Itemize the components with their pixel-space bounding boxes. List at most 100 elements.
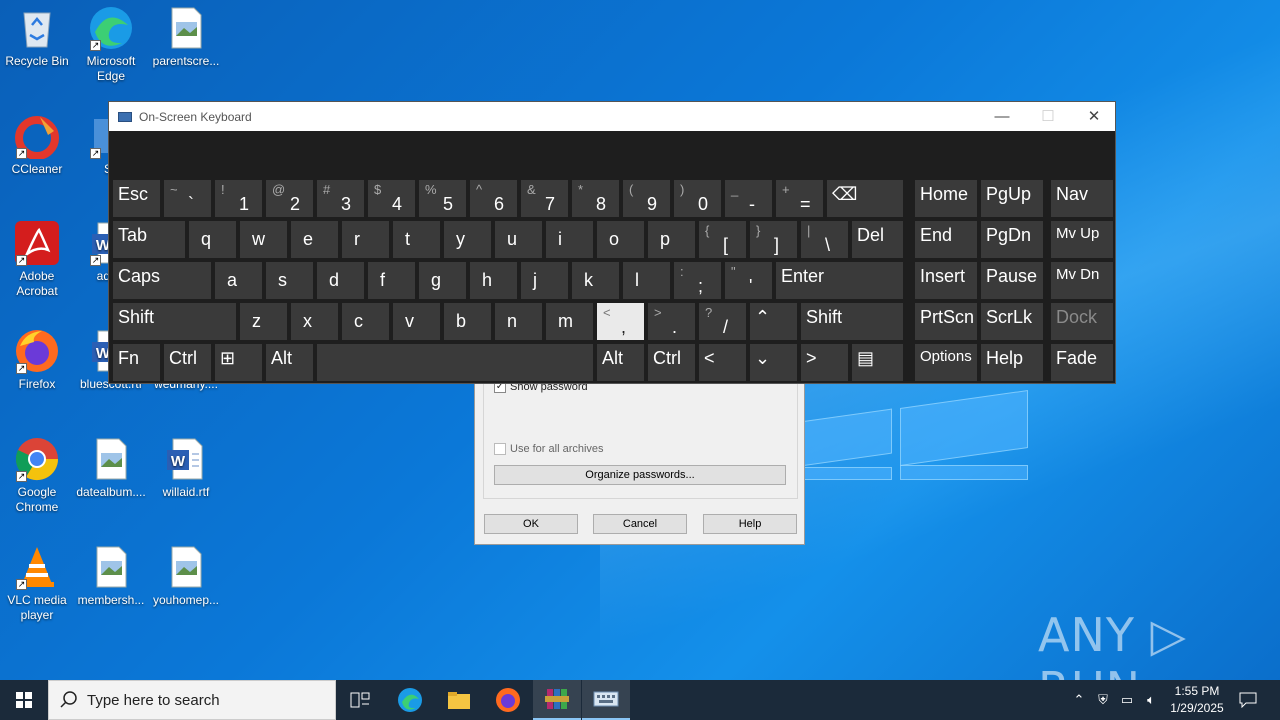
- key-end[interactable]: End: [915, 221, 977, 258]
- key-caps[interactable]: Caps: [113, 262, 211, 299]
- key-9[interactable]: (9: [623, 180, 670, 217]
- key-z[interactable]: z: [240, 303, 287, 340]
- key-ctrl[interactable]: Ctrl: [648, 344, 695, 381]
- key-l[interactable]: l: [623, 262, 670, 299]
- task-view-button[interactable]: [336, 680, 384, 720]
- taskbar-edge[interactable]: [386, 680, 434, 720]
- key-g[interactable]: g: [419, 262, 466, 299]
- key-options[interactable]: Options: [915, 344, 977, 381]
- volume-icon[interactable]: 🔈︎: [1140, 680, 1162, 720]
- key-mv-up[interactable]: Mv Up: [1051, 221, 1113, 258]
- key-[[interactable]: {[: [699, 221, 746, 258]
- key-u[interactable]: u: [495, 221, 542, 258]
- key-r[interactable]: r: [342, 221, 389, 258]
- key-0[interactable]: ) 0: [674, 180, 721, 217]
- key-7[interactable]: & 7: [521, 180, 568, 217]
- key-o[interactable]: o: [597, 221, 644, 258]
- clock[interactable]: 1:55 PM 1/29/2025: [1162, 683, 1232, 717]
- use-for-all-checkbox[interactable]: Use for all archives: [494, 443, 604, 455]
- key-m[interactable]: m: [546, 303, 593, 340]
- key-nav[interactable]: Nav: [1051, 180, 1113, 217]
- key-alt[interactable]: Alt: [266, 344, 313, 381]
- key-8[interactable]: * 8: [572, 180, 619, 217]
- desktop-icon[interactable]: membersh...: [74, 544, 148, 608]
- key--[interactable]: _ -: [725, 180, 772, 217]
- desktop-icon[interactable]: ↗ VLC media player: [0, 544, 74, 623]
- key-del[interactable]: Del: [852, 221, 903, 258]
- key-d[interactable]: d: [317, 262, 364, 299]
- key-c[interactable]: c: [342, 303, 389, 340]
- key-h[interactable]: h: [470, 262, 517, 299]
- taskbar-file-explorer[interactable]: [435, 680, 483, 720]
- key-y[interactable]: y: [444, 221, 491, 258]
- key-`[interactable]: ~ `: [164, 180, 211, 217]
- desktop-icon[interactable]: youhomep...: [149, 544, 223, 608]
- key-/[interactable]: ? /: [699, 303, 746, 340]
- key-dock[interactable]: Dock: [1051, 303, 1113, 340]
- key-k[interactable]: k: [572, 262, 619, 299]
- desktop-icon[interactable]: ↗ CCleaner: [0, 113, 74, 177]
- key-<[interactable]: <: [699, 344, 746, 381]
- key-b[interactable]: b: [444, 303, 491, 340]
- key-t[interactable]: t: [393, 221, 440, 258]
- key-space[interactable]: [317, 344, 593, 381]
- key-,[interactable]: <,: [597, 303, 644, 340]
- key-3[interactable]: #3: [317, 180, 364, 217]
- key-v[interactable]: v: [393, 303, 440, 340]
- key-⊞[interactable]: ⊞: [215, 344, 262, 381]
- desktop-icon[interactable]: datealbum....: [74, 436, 148, 500]
- cancel-button[interactable]: Cancel: [593, 514, 687, 534]
- close-button[interactable]: ✕: [1071, 102, 1117, 131]
- help-button[interactable]: Help: [703, 514, 797, 534]
- key-.[interactable]: >.: [648, 303, 695, 340]
- desktop-icon[interactable]: ↗ Microsoft Edge: [74, 5, 148, 84]
- key->[interactable]: >: [801, 344, 848, 381]
- taskbar-search-box[interactable]: Type here to search: [48, 680, 336, 720]
- key-2[interactable]: @2: [266, 180, 313, 217]
- osk-titlebar[interactable]: On-Screen Keyboard — ☐ ✕: [109, 102, 1115, 131]
- taskbar-osk[interactable]: [582, 680, 630, 720]
- maximize-button[interactable]: ☐: [1025, 102, 1071, 131]
- key-][interactable]: }]: [750, 221, 797, 258]
- key-5[interactable]: % 5: [419, 180, 466, 217]
- key-shift[interactable]: Shift: [801, 303, 903, 340]
- desktop-icon[interactable]: ↗ Google Chrome: [0, 436, 74, 515]
- key-backslash[interactable]: | \: [801, 221, 848, 258]
- key-i[interactable]: i: [546, 221, 593, 258]
- key-⌄[interactable]: ⌄: [750, 344, 797, 381]
- key-n[interactable]: n: [495, 303, 542, 340]
- network-icon[interactable]: ▭: [1115, 680, 1139, 720]
- key-=[interactable]: + =: [776, 180, 823, 217]
- ok-button[interactable]: OK: [484, 514, 578, 534]
- key-a[interactable]: a: [215, 262, 262, 299]
- key-q[interactable]: q: [189, 221, 236, 258]
- key-ctrl[interactable]: Ctrl: [164, 344, 211, 381]
- key-⌃[interactable]: ⌃: [750, 303, 797, 340]
- key-prtscn[interactable]: PrtScn: [915, 303, 977, 340]
- key-6[interactable]: ^ 6: [470, 180, 517, 217]
- key-4[interactable]: $4: [368, 180, 415, 217]
- key-p[interactable]: p: [648, 221, 695, 258]
- desktop-icon[interactable]: Recycle Bin: [0, 5, 74, 69]
- key-home[interactable]: Home: [915, 180, 977, 217]
- key-pgdn[interactable]: PgDn: [981, 221, 1043, 258]
- key-pause[interactable]: Pause: [981, 262, 1043, 299]
- key-shift[interactable]: Shift: [113, 303, 236, 340]
- key-fn[interactable]: Fn: [113, 344, 160, 381]
- key-;[interactable]: :;: [674, 262, 721, 299]
- key-s[interactable]: s: [266, 262, 313, 299]
- start-button[interactable]: [0, 680, 48, 720]
- organize-passwords-button[interactable]: Organize passwords...: [494, 465, 786, 485]
- key-esc[interactable]: Esc: [113, 180, 160, 217]
- minimize-button[interactable]: —: [979, 102, 1025, 131]
- key-tab[interactable]: Tab: [113, 221, 185, 258]
- key-help[interactable]: Help: [981, 344, 1043, 381]
- key-insert[interactable]: Insert: [915, 262, 977, 299]
- key-▤[interactable]: ▤: [852, 344, 903, 381]
- key-x[interactable]: x: [291, 303, 338, 340]
- key-1[interactable]: ! 1: [215, 180, 262, 217]
- key-scrlk[interactable]: ScrLk: [981, 303, 1043, 340]
- key-f[interactable]: f: [368, 262, 415, 299]
- key-e[interactable]: e: [291, 221, 338, 258]
- desktop-icon[interactable]: ↗ Adobe Acrobat: [0, 220, 74, 299]
